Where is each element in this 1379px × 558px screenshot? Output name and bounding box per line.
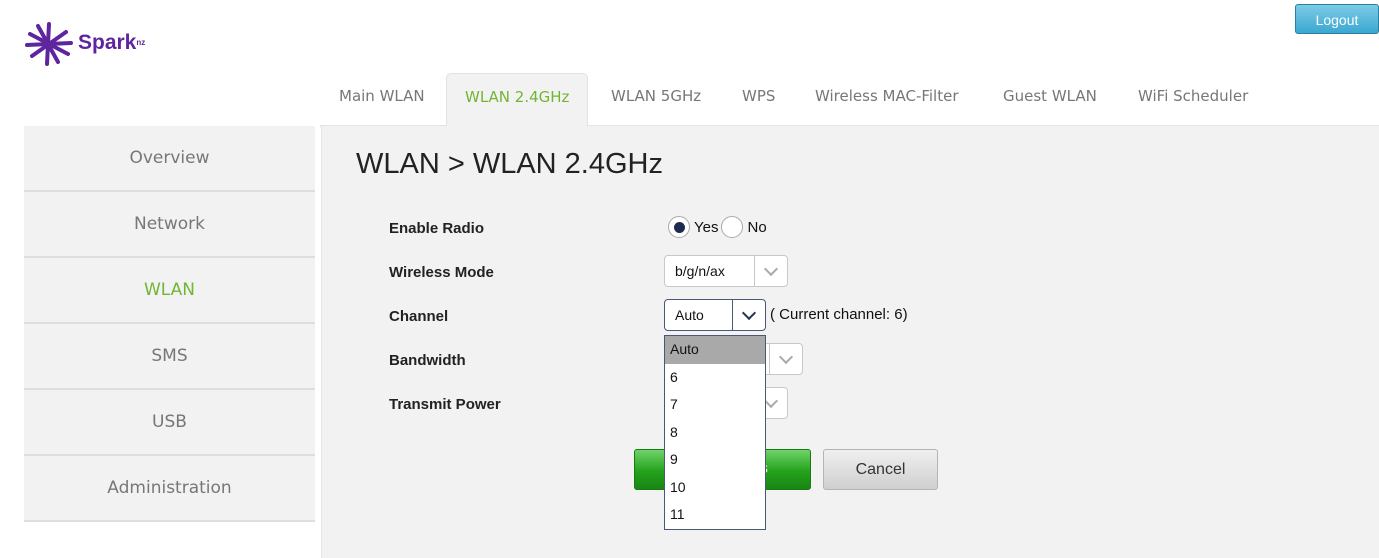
wireless-mode-label: Wireless Mode — [389, 264, 494, 281]
current-channel-text: ( Current channel: 6) — [770, 306, 908, 323]
wireless-mode-select[interactable]: b/g/n/ax — [664, 255, 788, 287]
wlan-tab-bar: Main WLAN WLAN 2.4GHz WLAN 5GHz WPS Wire… — [320, 73, 1379, 127]
bandwidth-label: Bandwidth — [389, 352, 466, 369]
channel-value: Auto — [675, 307, 704, 323]
radio-no-label: No — [747, 218, 767, 236]
channel-dropdown-list: Auto 6 7 8 9 10 11 — [664, 335, 766, 530]
enable-radio-group: Yes No — [668, 216, 770, 238]
tab-wifi-scheduler[interactable]: WiFi Scheduler — [1120, 73, 1266, 125]
radio-selected-dot — [673, 221, 685, 233]
wireless-mode-value: b/g/n/ax — [675, 263, 725, 279]
sidebar-item-sms[interactable]: SMS — [24, 324, 315, 390]
channel-option-11[interactable]: 11 — [665, 501, 765, 529]
chevron-down-icon — [778, 349, 794, 365]
brand-suffix: nz — [136, 37, 146, 47]
sidebar-item-wlan[interactable]: WLAN — [24, 258, 315, 324]
chevron-down-icon — [763, 393, 779, 409]
channel-option-8[interactable]: 8 — [665, 419, 765, 447]
spark-logo: Spark nz — [24, 20, 145, 68]
sidebar-nav: Overview Network WLAN SMS USB Administra… — [24, 126, 315, 522]
logout-button[interactable]: Logout — [1295, 4, 1379, 34]
enable-radio-no[interactable] — [721, 216, 744, 238]
brand-name: Spark — [78, 31, 137, 54]
channel-option-9[interactable]: 9 — [665, 446, 765, 474]
sidebar-item-administration[interactable]: Administration — [24, 456, 315, 522]
enable-radio-yes[interactable] — [668, 216, 690, 238]
tab-guest-wlan[interactable]: Guest WLAN — [985, 73, 1115, 125]
channel-label: Channel — [389, 308, 449, 325]
tab-wlan-2-4ghz[interactable]: WLAN 2.4GHz — [446, 73, 589, 127]
sidebar-item-overview[interactable]: Overview — [24, 126, 315, 192]
tab-wlan-5ghz[interactable]: WLAN 5GHz — [593, 73, 719, 125]
chevron-down-icon — [741, 305, 757, 321]
tab-wps[interactable]: WPS — [724, 73, 793, 125]
tab-wireless-mac-filter[interactable]: Wireless MAC-Filter — [797, 73, 977, 125]
sidebar-item-usb[interactable]: USB — [24, 390, 315, 456]
channel-select[interactable]: Auto — [664, 299, 766, 331]
spark-star-icon — [25, 22, 73, 66]
chevron-down-icon — [763, 261, 779, 277]
channel-option-7[interactable]: 7 — [665, 391, 765, 419]
page-title: WLAN > WLAN 2.4GHz — [356, 148, 663, 180]
enable-radio-label: Enable Radio — [389, 220, 485, 237]
tab-main-wlan[interactable]: Main WLAN — [321, 73, 443, 125]
content-panel: WLAN > WLAN 2.4GHz Enable Radio Yes No W… — [321, 126, 1379, 558]
transmit-power-label: Transmit Power — [389, 396, 501, 413]
radio-yes-label: Yes — [694, 218, 719, 236]
cancel-button[interactable]: Cancel — [823, 449, 938, 490]
channel-option-10[interactable]: 10 — [665, 474, 765, 502]
sidebar-item-network[interactable]: Network — [24, 192, 315, 258]
channel-option-6[interactable]: 6 — [665, 364, 765, 392]
channel-option-auto[interactable]: Auto — [665, 336, 765, 364]
